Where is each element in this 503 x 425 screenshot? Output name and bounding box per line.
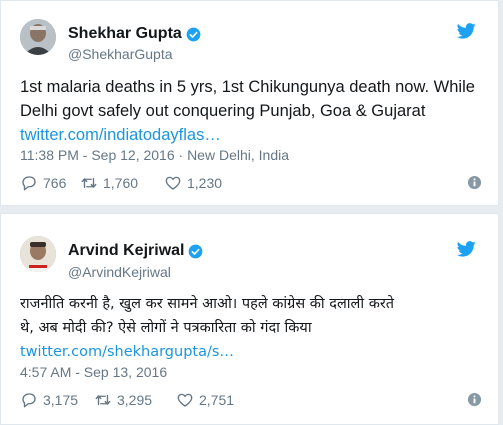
reply-button[interactable]: 766 [20, 172, 66, 194]
avatar[interactable] [20, 236, 56, 272]
tweet-text-line: थे, अब मोदी की? ऐसे लोगों ने पत्रकारिता … [20, 320, 312, 336]
avatar-photo [20, 19, 56, 55]
author-name-text: Arvind Kejriwal [68, 242, 185, 259]
reply-count: 3,175 [43, 392, 79, 408]
author-name[interactable]: Arvind Kejriwal [68, 242, 203, 260]
like-button[interactable]: 2,751 [176, 389, 234, 411]
like-count: 1,230 [187, 175, 223, 191]
tweet-actions: 3,175 3,295 2,751 [20, 389, 482, 411]
retweet-button[interactable]: 1,760 [80, 172, 138, 194]
twitter-bird-icon[interactable] [457, 241, 476, 257]
tweet-card-1[interactable]: Shekhar Gupta @ShekharGupta 1st malaria … [0, 0, 499, 206]
avatar-photo [20, 236, 56, 272]
author-handle[interactable]: @ArvindKejriwal [68, 264, 171, 280]
tweet-link[interactable]: twitter.com/indiatodayflas… [20, 123, 490, 147]
like-count: 2,751 [199, 392, 235, 408]
verified-badge-icon [186, 27, 201, 41]
tweet-timestamp-location[interactable]: 11:38 PM - Sep 12, 2016 · New Delhi, Ind… [20, 147, 289, 163]
retweet-count: 1,760 [103, 175, 139, 191]
tweet-text: राजनीति करनी है, खुल कर सामने आओ। पहले क… [20, 292, 490, 364]
tweet-timestamp[interactable]: 4:57 AM - Sep 13, 2016 [20, 364, 167, 380]
heart-icon [165, 176, 181, 190]
retweet-count: 3,295 [117, 392, 153, 408]
tweet-text-line: राजनीति करनी है, खुल कर सामने आओ। पहले क… [20, 296, 395, 312]
retweet-icon [95, 394, 111, 406]
info-icon[interactable] [467, 392, 482, 407]
retweet-button[interactable]: 3,295 [94, 389, 152, 411]
heart-icon [177, 393, 193, 407]
author-name-text: Shekhar Gupta [68, 25, 182, 42]
tweet-text: 1st malaria deaths in 5 yrs, 1st Chikung… [20, 75, 490, 147]
reply-button[interactable]: 3,175 [20, 389, 78, 411]
info-icon[interactable] [467, 175, 482, 190]
like-button[interactable]: 1,230 [164, 172, 222, 194]
tweet-actions: 766 1,760 1,230 [20, 172, 482, 194]
tweet-text-line: Delhi govt safely out conquering Punjab,… [20, 102, 426, 120]
reply-icon [22, 393, 36, 408]
author-name[interactable]: Shekhar Gupta [68, 25, 201, 43]
twitter-bird-icon[interactable] [457, 23, 476, 39]
tweet-link[interactable]: twitter.com/shekhargupta/s… [20, 340, 490, 364]
tweet-card-2[interactable]: Arvind Kejriwal @ArvindKejriwal राजनीति … [0, 213, 499, 425]
retweet-icon [81, 177, 97, 189]
reply-count: 766 [43, 175, 67, 191]
author-handle[interactable]: @ShekharGupta [68, 46, 173, 62]
tweet-text-line: 1st malaria deaths in 5 yrs, 1st Chikung… [20, 78, 475, 96]
avatar[interactable] [20, 19, 56, 55]
verified-badge-icon [189, 244, 203, 258]
reply-icon [22, 176, 36, 191]
